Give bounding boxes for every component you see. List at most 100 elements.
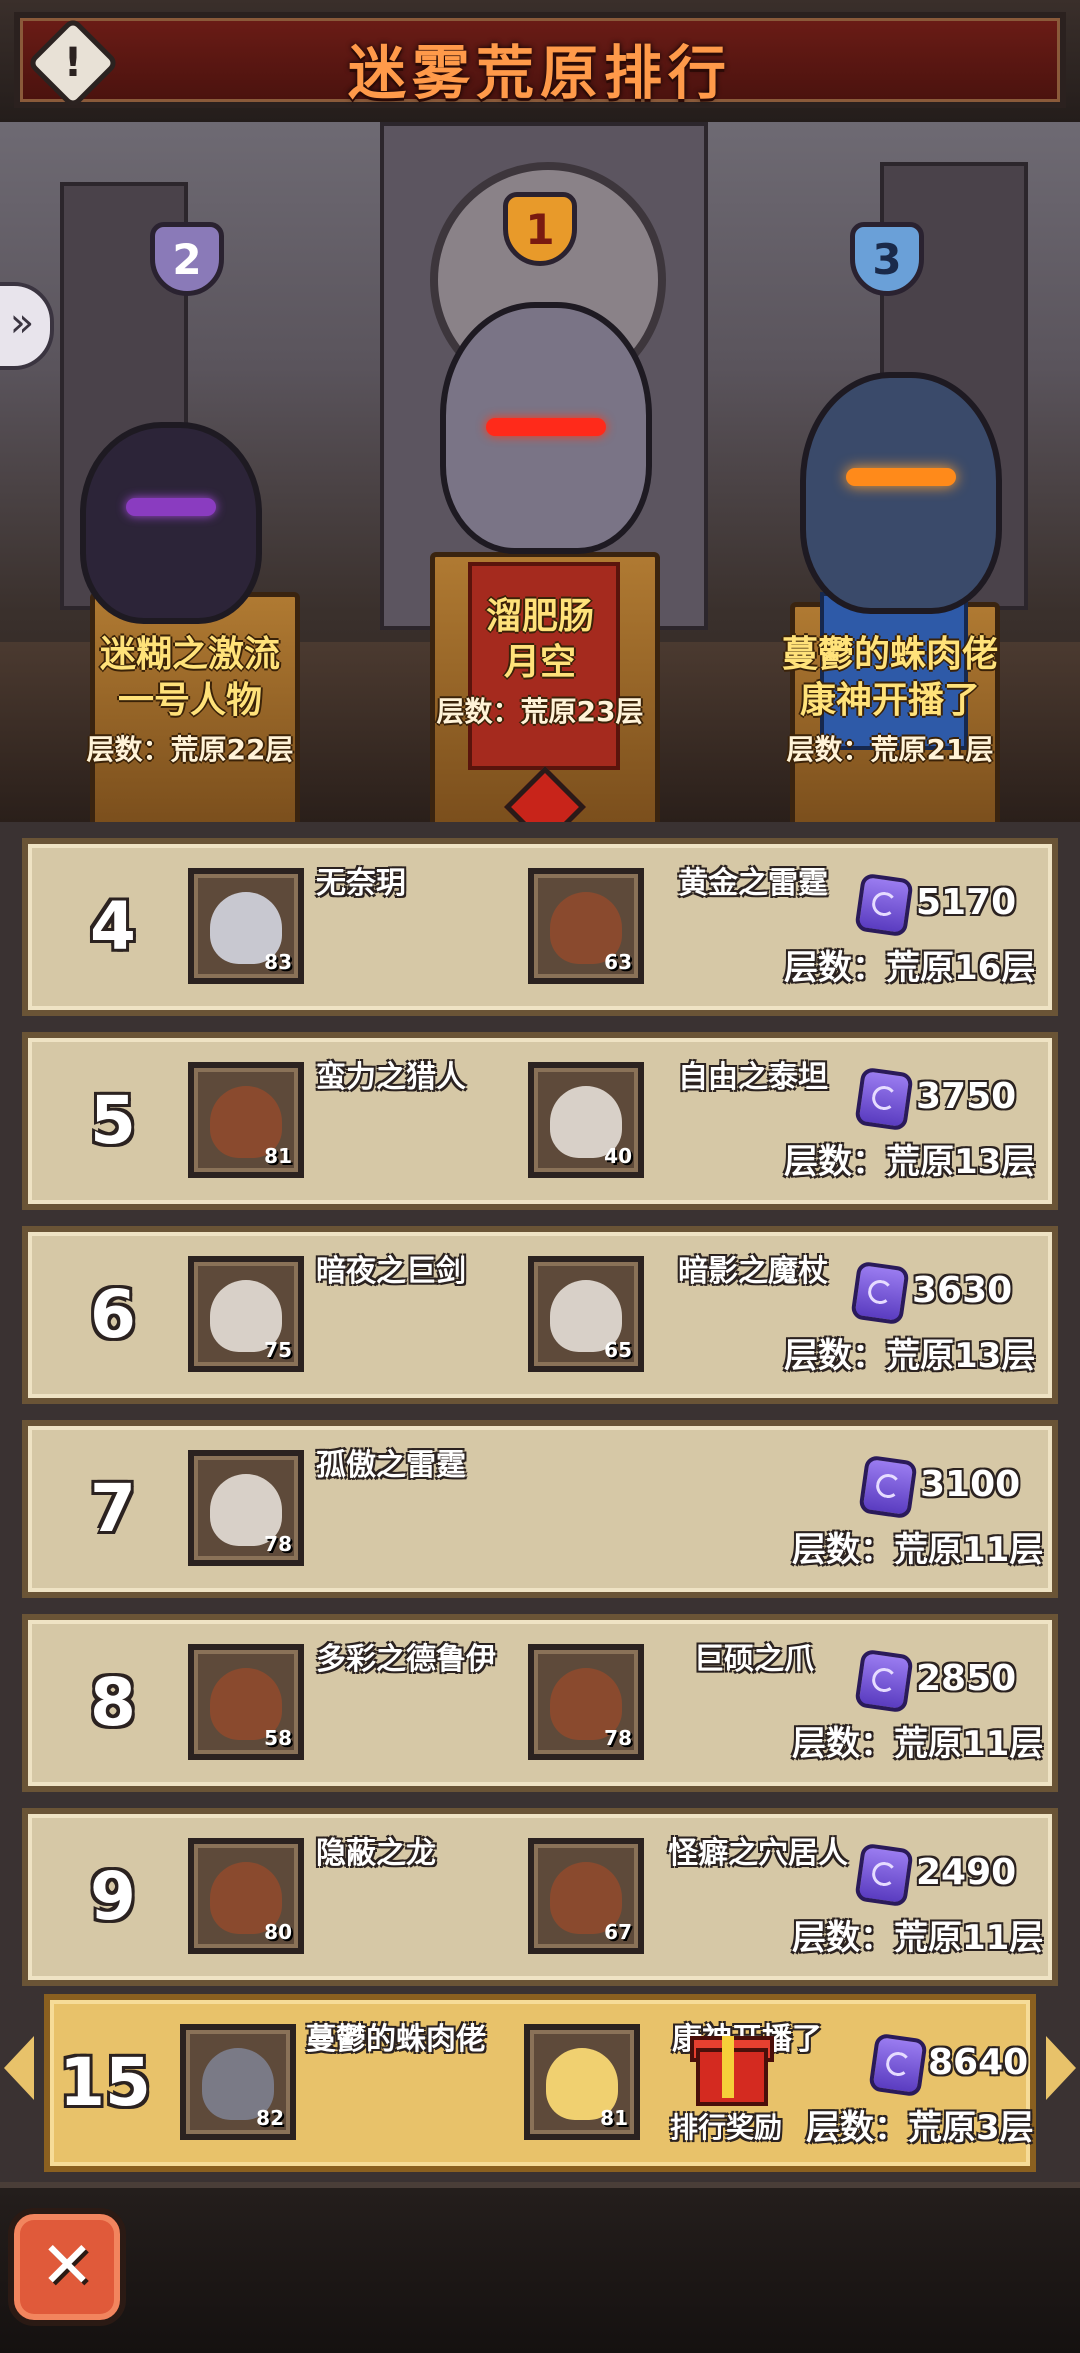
score: 2850: [916, 1658, 1017, 1699]
bottom-bar: [0, 2182, 1080, 2353]
score: 3750: [916, 1076, 1017, 1117]
podium-player: 康神开播了: [799, 680, 980, 721]
rank-3-badge: 3: [850, 222, 924, 296]
crystal-icon: [854, 1842, 914, 1908]
gift-icon[interactable]: [688, 2022, 774, 2106]
player-name: 蛮力之猎人: [316, 1060, 466, 1095]
level: 67: [604, 1920, 632, 1944]
avatar[interactable]: 82: [180, 2024, 296, 2140]
rank-number: 5: [90, 1082, 136, 1159]
ranking-row[interactable]: 9 80 隐蔽之龙 67 怪癖之穴居人 2490 层数：荒原11层: [22, 1808, 1058, 1986]
podium-layer: 层数：荒原23层: [436, 695, 644, 728]
level: 65: [604, 1338, 632, 1362]
ranking-row[interactable]: 5 81 蛮力之猎人 40 自由之泰坦 3750 层数：荒原13层: [22, 1032, 1058, 1210]
my-row-right-arrow-icon: [1046, 2036, 1076, 2100]
podium-player: 月空: [503, 642, 576, 683]
player-name: 无奈玥: [316, 866, 406, 901]
close-button[interactable]: ✕: [8, 2208, 126, 2326]
avatar[interactable]: 80: [188, 1838, 304, 1954]
avatar[interactable]: 65: [528, 1256, 644, 1372]
layer-text: 层数：荒原3层: [806, 2108, 1034, 2148]
character-eyes: [126, 498, 216, 516]
character-eyes: [486, 418, 606, 436]
level: 80: [264, 1920, 292, 1944]
avatar[interactable]: 40: [528, 1062, 644, 1178]
crystal-icon: [854, 1066, 914, 1132]
layer-text: 层数：荒原16层: [784, 948, 1036, 988]
player-name: 巨硕之爪: [694, 1642, 814, 1677]
level: 83: [264, 950, 292, 974]
ranking-row[interactable]: 7 78 孤傲之雷霆 3100 层数：荒原11层: [22, 1420, 1058, 1598]
player-name: 怪癖之穴居人: [668, 1836, 848, 1871]
rank-number: 15: [59, 2044, 151, 2121]
rank-1-badge: 1: [503, 192, 577, 266]
character-eyes: [846, 468, 956, 486]
level: 81: [600, 2106, 628, 2130]
podium-layer: 层数：荒原21层: [786, 733, 994, 766]
my-ranking-row[interactable]: 15 82 蔓鬱的蛛肉佬 81 康神开播了 8640 层数：荒原3层: [44, 1994, 1036, 2172]
ranking-row[interactable]: 4 83 无奈玥 63 黄金之雷霆 5170 层数：荒原16层: [22, 838, 1058, 1016]
score: 3630: [912, 1270, 1013, 1311]
player-name: 隐蔽之龙: [316, 1836, 436, 1871]
layer-text: 层数：荒原13层: [784, 1336, 1036, 1376]
layer-text: 层数：荒原11层: [792, 1918, 1044, 1958]
level: 75: [264, 1338, 292, 1362]
page-title: 迷雾荒原排行: [347, 39, 732, 107]
layer-text: 层数：荒原13层: [784, 1142, 1036, 1182]
player-name: 蔓鬱的蛛肉佬: [306, 2022, 486, 2057]
avatar[interactable]: 78: [528, 1644, 644, 1760]
podium-guild: 蔓鬱的蛛肉佬: [781, 634, 998, 675]
podium-guild: 溜肥肠: [485, 596, 594, 637]
player-name: 黄金之雷霆: [678, 866, 828, 901]
level: 58: [264, 1726, 292, 1750]
character-rank-1[interactable]: [440, 302, 652, 554]
level: 78: [604, 1726, 632, 1750]
avatar[interactable]: 81: [524, 2024, 640, 2140]
crystal-icon: [868, 2032, 928, 2098]
rank-number: 7: [90, 1470, 136, 1547]
ranking-reward-button[interactable]: 排行奖励: [670, 2106, 782, 2146]
ranking-row[interactable]: 6 75 暗夜之巨剑 65 暗影之魔杖 3630 层数：荒原13层: [22, 1226, 1058, 1404]
podium-guild: 迷糊之激流: [99, 634, 280, 675]
podium-scene: 2 1 3 » 迷糊之激流 一号人物 层数：荒原22层 溜肥肠 月空 层数：荒原…: [0, 122, 1080, 822]
level: 63: [604, 950, 632, 974]
rank-number: 4: [90, 888, 136, 965]
score: 8640: [928, 2042, 1029, 2083]
podium-label-1: 溜肥肠 月空 层数：荒原23层: [390, 594, 690, 730]
score: 5170: [916, 882, 1017, 923]
level: 78: [264, 1532, 292, 1556]
layer-text: 层数：荒原11层: [792, 1724, 1044, 1764]
avatar[interactable]: 75: [188, 1256, 304, 1372]
player-name: 暗影之魔杖: [678, 1254, 828, 1289]
avatar[interactable]: 58: [188, 1644, 304, 1760]
character-rank-3[interactable]: [800, 372, 1002, 614]
podium-label-2: 迷糊之激流 一号人物 层数：荒原22层: [40, 632, 340, 768]
avatar[interactable]: 63: [528, 868, 644, 984]
side-expand-arrow-icon[interactable]: »: [0, 282, 54, 370]
level: 82: [256, 2106, 284, 2130]
header-bar: ! 迷雾荒原排行: [0, 0, 1080, 128]
my-row-left-arrow-icon: [4, 2036, 34, 2100]
player-name: 孤傲之雷霆: [316, 1448, 466, 1483]
rank-number: 9: [90, 1858, 136, 1935]
rank-number: 6: [90, 1276, 136, 1353]
avatar[interactable]: 81: [188, 1062, 304, 1178]
crystal-icon: [850, 1260, 910, 1326]
ranking-row[interactable]: 8 58 多彩之德鲁伊 78 巨硕之爪 2850 层数：荒原11层: [22, 1614, 1058, 1792]
podium-player: 一号人物: [117, 680, 262, 721]
crystal-icon: [854, 1648, 914, 1714]
crystal-icon: [858, 1454, 918, 1520]
player-name: 多彩之德鲁伊: [316, 1642, 496, 1677]
avatar[interactable]: 67: [528, 1838, 644, 1954]
player-name: 暗夜之巨剑: [316, 1254, 466, 1289]
character-rank-2[interactable]: [80, 422, 262, 624]
avatar[interactable]: 83: [188, 868, 304, 984]
score: 3100: [920, 1464, 1021, 1505]
rank-2-badge: 2: [150, 222, 224, 296]
level: 40: [604, 1144, 632, 1168]
player-name: 自由之泰坦: [678, 1060, 828, 1095]
rank-number: 8: [90, 1664, 136, 1741]
podium-label-3: 蔓鬱的蛛肉佬 康神开播了 层数：荒原21层: [740, 632, 1040, 768]
layer-text: 层数：荒原11层: [792, 1530, 1044, 1570]
avatar[interactable]: 78: [188, 1450, 304, 1566]
